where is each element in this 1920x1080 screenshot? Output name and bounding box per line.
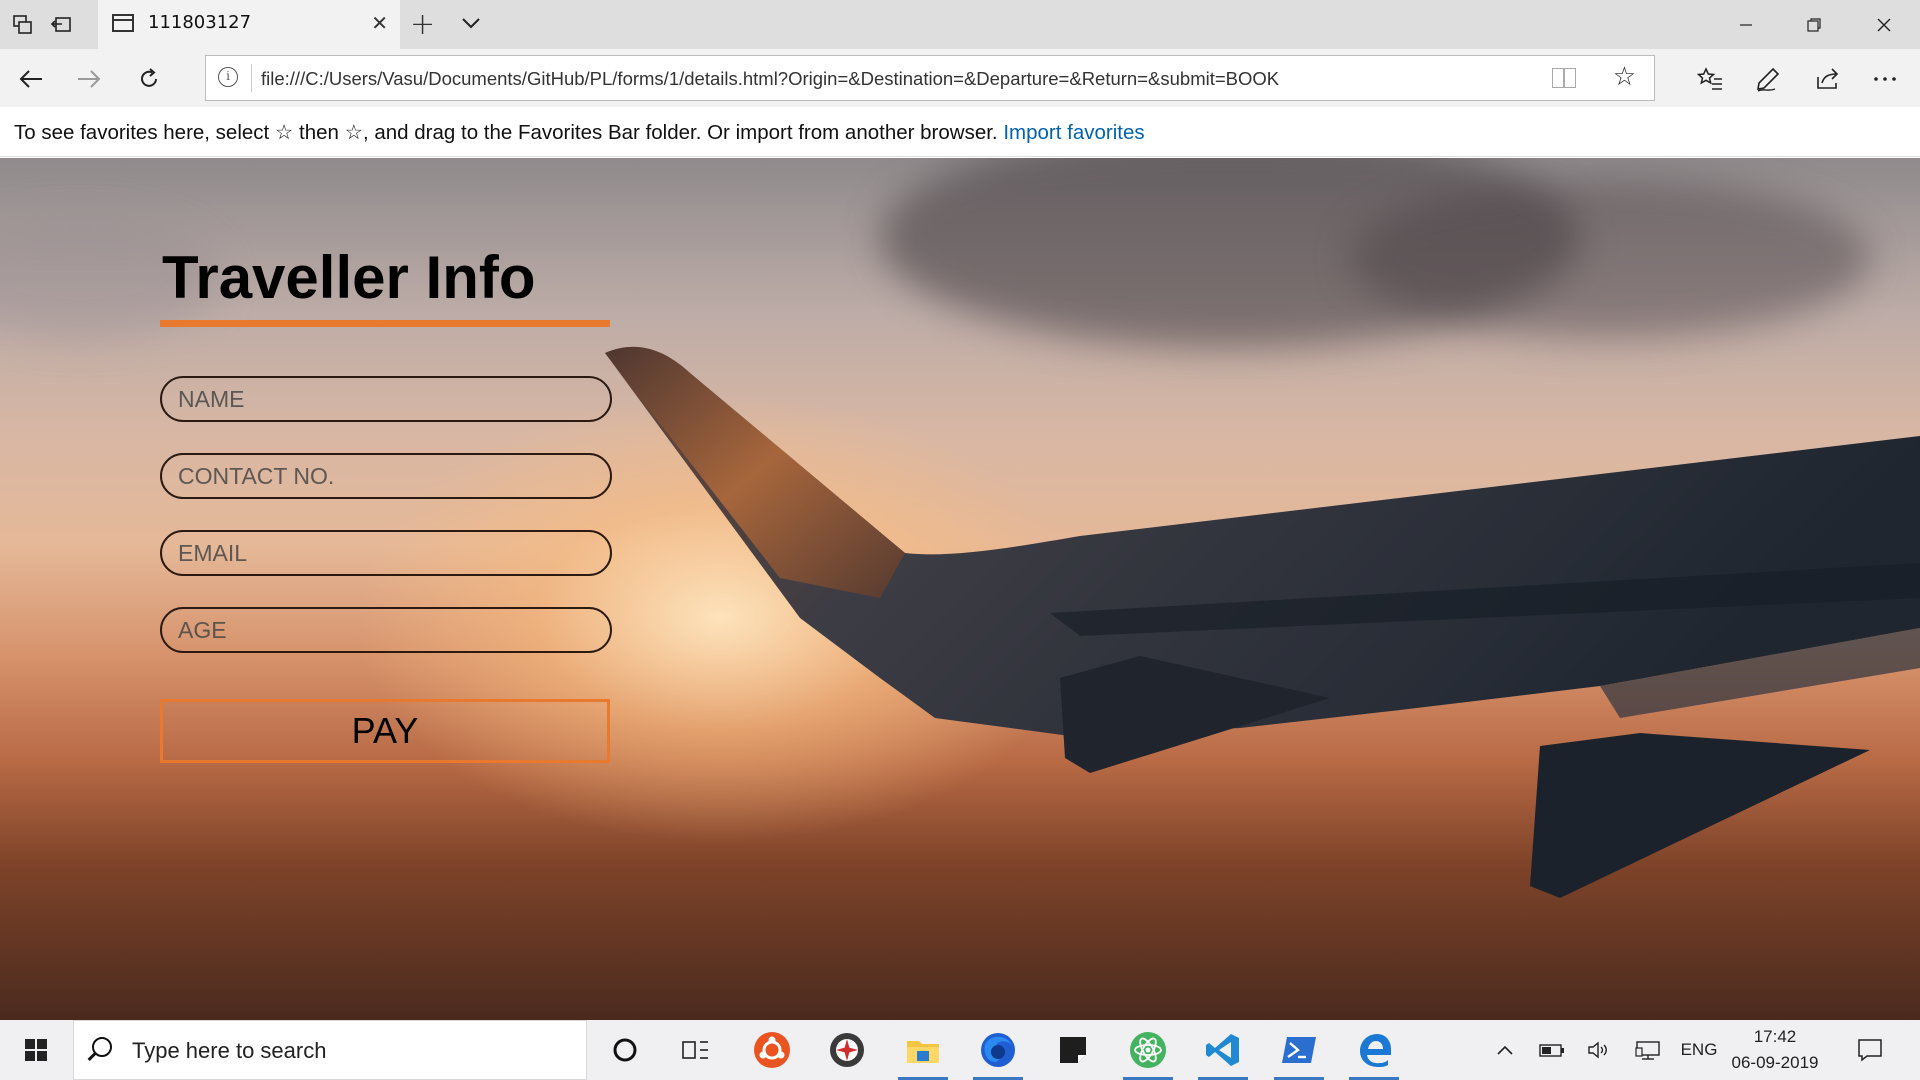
- title-underline: [160, 320, 610, 327]
- forward-button[interactable]: [72, 62, 106, 96]
- vs-code-icon[interactable]: [1192, 1020, 1254, 1080]
- action-center-icon[interactable]: [1850, 1020, 1890, 1080]
- windows-taskbar: Type here to search ENG 17:42 06-09-2019: [0, 1020, 1920, 1080]
- input-language[interactable]: ENG: [1676, 1020, 1722, 1080]
- favorites-message-text: To see favorites here, select ☆ then ☆, …: [14, 121, 998, 144]
- powershell-icon[interactable]: [1268, 1020, 1330, 1080]
- clock-time: 17:42: [1753, 1027, 1797, 1046]
- favorites-bar: To see favorites here, select ☆ then ☆, …: [0, 107, 1920, 157]
- share-icon[interactable]: [1811, 62, 1845, 96]
- contact-number-input[interactable]: [160, 453, 612, 499]
- windows-logo-icon: [25, 1039, 47, 1061]
- network-icon[interactable]: [1630, 1020, 1666, 1080]
- minimize-button[interactable]: [1712, 0, 1780, 49]
- page-title: Traveller Info: [162, 244, 536, 311]
- page-icon: [112, 14, 134, 32]
- browser-toolbar: i file:///C:/Users/Vasu/Documents/GitHub…: [0, 49, 1920, 107]
- battery-icon[interactable]: [1535, 1020, 1569, 1080]
- refresh-button[interactable]: [132, 62, 166, 96]
- web-note-pen-icon[interactable]: [1751, 62, 1785, 96]
- show-hidden-icons-chevron-icon[interactable]: [1490, 1020, 1520, 1080]
- pay-button[interactable]: PAY: [160, 699, 610, 763]
- restore-button[interactable]: [1780, 0, 1848, 49]
- search-icon: [92, 1037, 112, 1057]
- email-input[interactable]: [160, 530, 612, 576]
- task-view-icon[interactable]: [664, 1020, 726, 1080]
- reading-view-icon[interactable]: [1552, 68, 1576, 88]
- favorites-bar-message: To see favorites here, select ☆ then ☆, …: [14, 120, 1145, 145]
- cortana-icon[interactable]: [594, 1020, 656, 1080]
- age-input[interactable]: [160, 607, 612, 653]
- browser-titlebar: 111803127 ✕ +: [0, 0, 1920, 49]
- page-background: Traveller Info PAY: [0, 158, 1920, 1020]
- favorite-star-icon[interactable]: ☆: [1613, 62, 1636, 92]
- info-icon[interactable]: i: [218, 67, 238, 87]
- set-tabs-aside-icon[interactable]: [46, 10, 76, 40]
- ubuntu-app-icon[interactable]: [741, 1020, 803, 1080]
- start-button[interactable]: [0, 1020, 72, 1080]
- system-clock[interactable]: 17:42 06-09-2019: [1720, 1024, 1830, 1076]
- tab-actions-icon[interactable]: [8, 10, 38, 40]
- volume-icon[interactable]: [1582, 1020, 1616, 1080]
- favorites-hub-icon[interactable]: [1693, 62, 1727, 96]
- atom-editor-icon[interactable]: [1117, 1020, 1179, 1080]
- clock-date: 06-09-2019: [1731, 1053, 1819, 1072]
- close-tab-icon[interactable]: ✕: [371, 11, 388, 35]
- url-separator: [251, 64, 252, 92]
- firefox-icon[interactable]: [967, 1020, 1029, 1080]
- name-input[interactable]: [160, 376, 612, 422]
- edge-browser-icon[interactable]: [1343, 1020, 1405, 1080]
- file-explorer-icon[interactable]: [892, 1020, 954, 1080]
- search-placeholder: Type here to search: [132, 1038, 327, 1063]
- back-button[interactable]: [14, 62, 48, 96]
- traveller-info-form: Traveller Info PAY: [160, 244, 612, 763]
- taskbar-search-box[interactable]: Type here to search: [73, 1020, 587, 1080]
- more-options-icon[interactable]: [1868, 62, 1902, 96]
- close-window-button[interactable]: [1850, 0, 1918, 49]
- tab-preview-chevron-icon[interactable]: [460, 13, 482, 33]
- tab-title: 111803127: [148, 12, 252, 33]
- tab-active[interactable]: 111803127 ✕: [98, 0, 400, 49]
- new-tab-button[interactable]: +: [410, 7, 435, 42]
- sticky-notes-icon[interactable]: [1042, 1020, 1104, 1080]
- address-bar[interactable]: i file:///C:/Users/Vasu/Documents/GitHub…: [205, 55, 1655, 101]
- import-favorites-link[interactable]: Import favorites: [1003, 121, 1144, 144]
- photo-app-icon[interactable]: [816, 1020, 878, 1080]
- url-text[interactable]: file:///C:/Users/Vasu/Documents/GitHub/P…: [261, 68, 1279, 90]
